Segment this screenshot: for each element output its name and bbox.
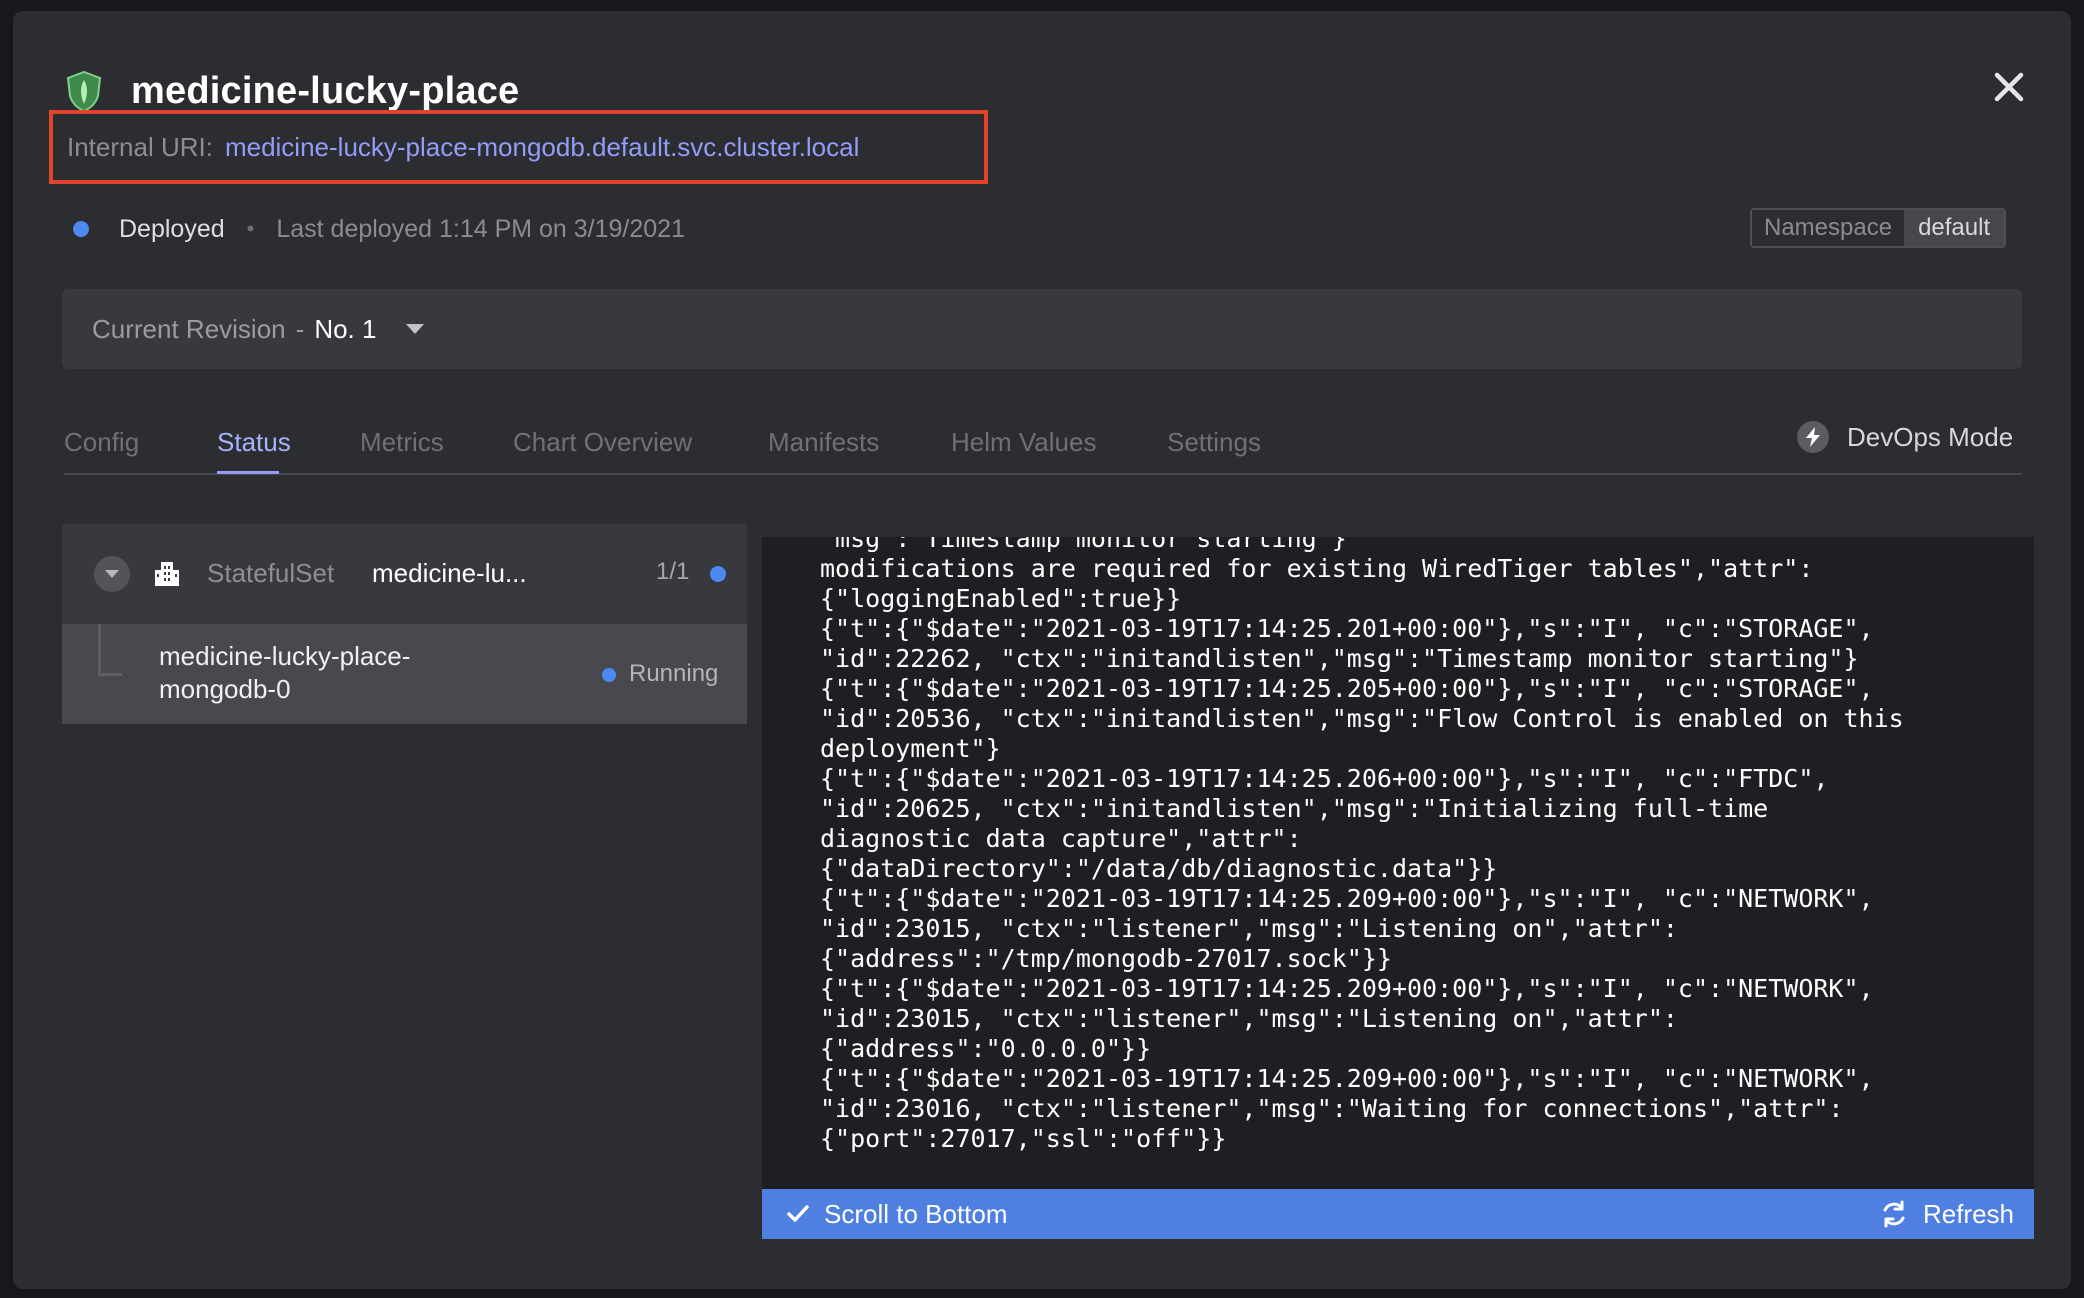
tab-config[interactable]: Config [64,427,139,458]
tab-metrics[interactable]: Metrics [360,427,444,458]
statefulset-status-dot [710,566,726,582]
building-icon [155,562,179,586]
devops-mode-toggle[interactable]: DevOps Mode [1797,421,2013,453]
pod-status: Running [629,660,719,687]
log-toolbar: Scroll to Bottom Refresh [762,1189,2034,1239]
scroll-to-bottom-label: Scroll to Bottom [824,1198,1008,1229]
resource-name: medicine-lu... [372,558,527,588]
chevron-down-icon [105,570,119,578]
replica-count: 1/1 [656,558,690,585]
deploy-status: Deployed [119,214,225,243]
resource-tree: StatefulSet medicine-lu... 1/1 medicine-… [62,524,747,736]
resource-kind: StatefulSet [207,558,335,588]
revision-dash: - [295,313,305,344]
tab-status[interactable]: Status [217,427,291,458]
tab-settings[interactable]: Settings [1167,427,1261,458]
status-dot [73,221,89,237]
tree-connector [98,624,122,676]
revision-label: Current Revision [92,313,286,344]
refresh-label: Refresh [1922,1198,2014,1229]
mongodb-leaf-icon [66,70,102,112]
scroll-to-bottom-checkbox[interactable]: Scroll to Bottom [784,1199,1008,1230]
close-icon [1994,72,2024,102]
chevron-down-icon [406,324,425,334]
tab-helm-values[interactable]: Helm Values [951,427,1096,458]
deploy-status-row: Deployed • Last deployed 1:14 PM on 3/19… [73,211,685,247]
active-tab-underline [217,471,279,474]
tab-chart-overview[interactable]: Chart Overview [513,427,692,458]
log-text: "msg":"Timestamp monitor starting"} modi… [820,537,1904,1153]
release-modal: medicine-lucky-place Internal URI: medic… [13,11,2071,1289]
pod-row[interactable]: medicine-lucky-place-mongodb-0 Running [62,624,747,724]
page-title: medicine-lucky-place [131,69,520,112]
collapse-toggle[interactable] [94,556,130,592]
pod-status-dot [602,668,616,682]
devops-mode-label: DevOps Mode [1847,421,2014,452]
last-deployed-text: Last deployed 1:14 PM on 3/19/2021 [276,214,685,243]
internal-uri-link[interactable]: medicine-lucky-place-mongodb.default.svc… [225,132,859,163]
pod-name: medicine-lucky-place-mongodb-0 [159,641,411,704]
namespace-badge: Namespace default [1750,208,2007,248]
log-viewer[interactable]: "msg":"Timestamp monitor starting"} modi… [762,537,2034,1189]
lightning-icon [1797,421,1829,453]
internal-uri-box: Internal URI: medicine-lucky-place-mongo… [49,110,988,184]
status-separator: • [246,216,255,241]
checkmark-icon [787,1205,809,1222]
close-button[interactable] [1981,59,2037,115]
namespace-value: default [1904,210,2005,246]
statefulset-row[interactable]: StatefulSet medicine-lu... 1/1 [62,524,747,624]
tab-manifests[interactable]: Manifests [768,427,879,458]
namespace-label: Namespace [1752,210,1905,246]
revision-selector[interactable]: Current Revision - No. 1 [62,289,2022,369]
refresh-button[interactable]: Refresh [1879,1189,2014,1239]
refresh-icon [1883,1200,1905,1228]
tab-bar: Config Status Metrics Chart Overview Man… [64,415,2022,475]
internal-uri-label: Internal URI: [67,131,213,162]
revision-value: No. 1 [314,313,377,344]
